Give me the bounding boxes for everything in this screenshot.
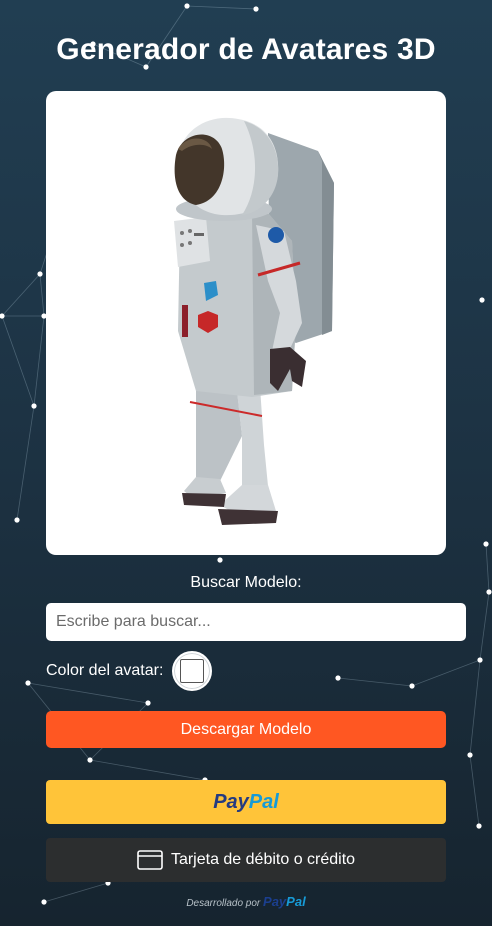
color-label: Color del avatar:: [46, 662, 164, 679]
page-title: Generador de Avatares 3D: [56, 33, 436, 66]
footer-paypal-logo: PayPal: [263, 894, 306, 909]
search-label: Buscar Modelo:: [190, 574, 302, 591]
avatar-viewer[interactable]: [46, 91, 446, 555]
download-model-button[interactable]: Descargar Modelo: [46, 711, 446, 748]
search-input[interactable]: [46, 603, 466, 641]
card-payment-button[interactable]: Tarjeta de débito o crédito: [46, 838, 446, 882]
credit-card-icon: [137, 850, 163, 870]
paypal-logo: PayPal: [213, 791, 279, 814]
paypal-logo-pal: Pal: [248, 790, 279, 813]
footer-paypal-pay: Pay: [263, 894, 287, 909]
powered-by-text: Desarrollado por: [186, 898, 261, 909]
paypal-button[interactable]: PayPal: [46, 780, 446, 824]
card-payment-label: Tarjeta de débito o crédito: [170, 851, 356, 868]
footer-paypal-pal: Pal: [286, 894, 306, 909]
powered-by-footer: Desarrollado por PayPal: [0, 894, 492, 909]
color-picker[interactable]: [172, 651, 212, 691]
astronaut-model: [174, 117, 334, 525]
color-swatch-preview: [180, 659, 204, 683]
paypal-logo-pay: Pay: [213, 790, 249, 813]
